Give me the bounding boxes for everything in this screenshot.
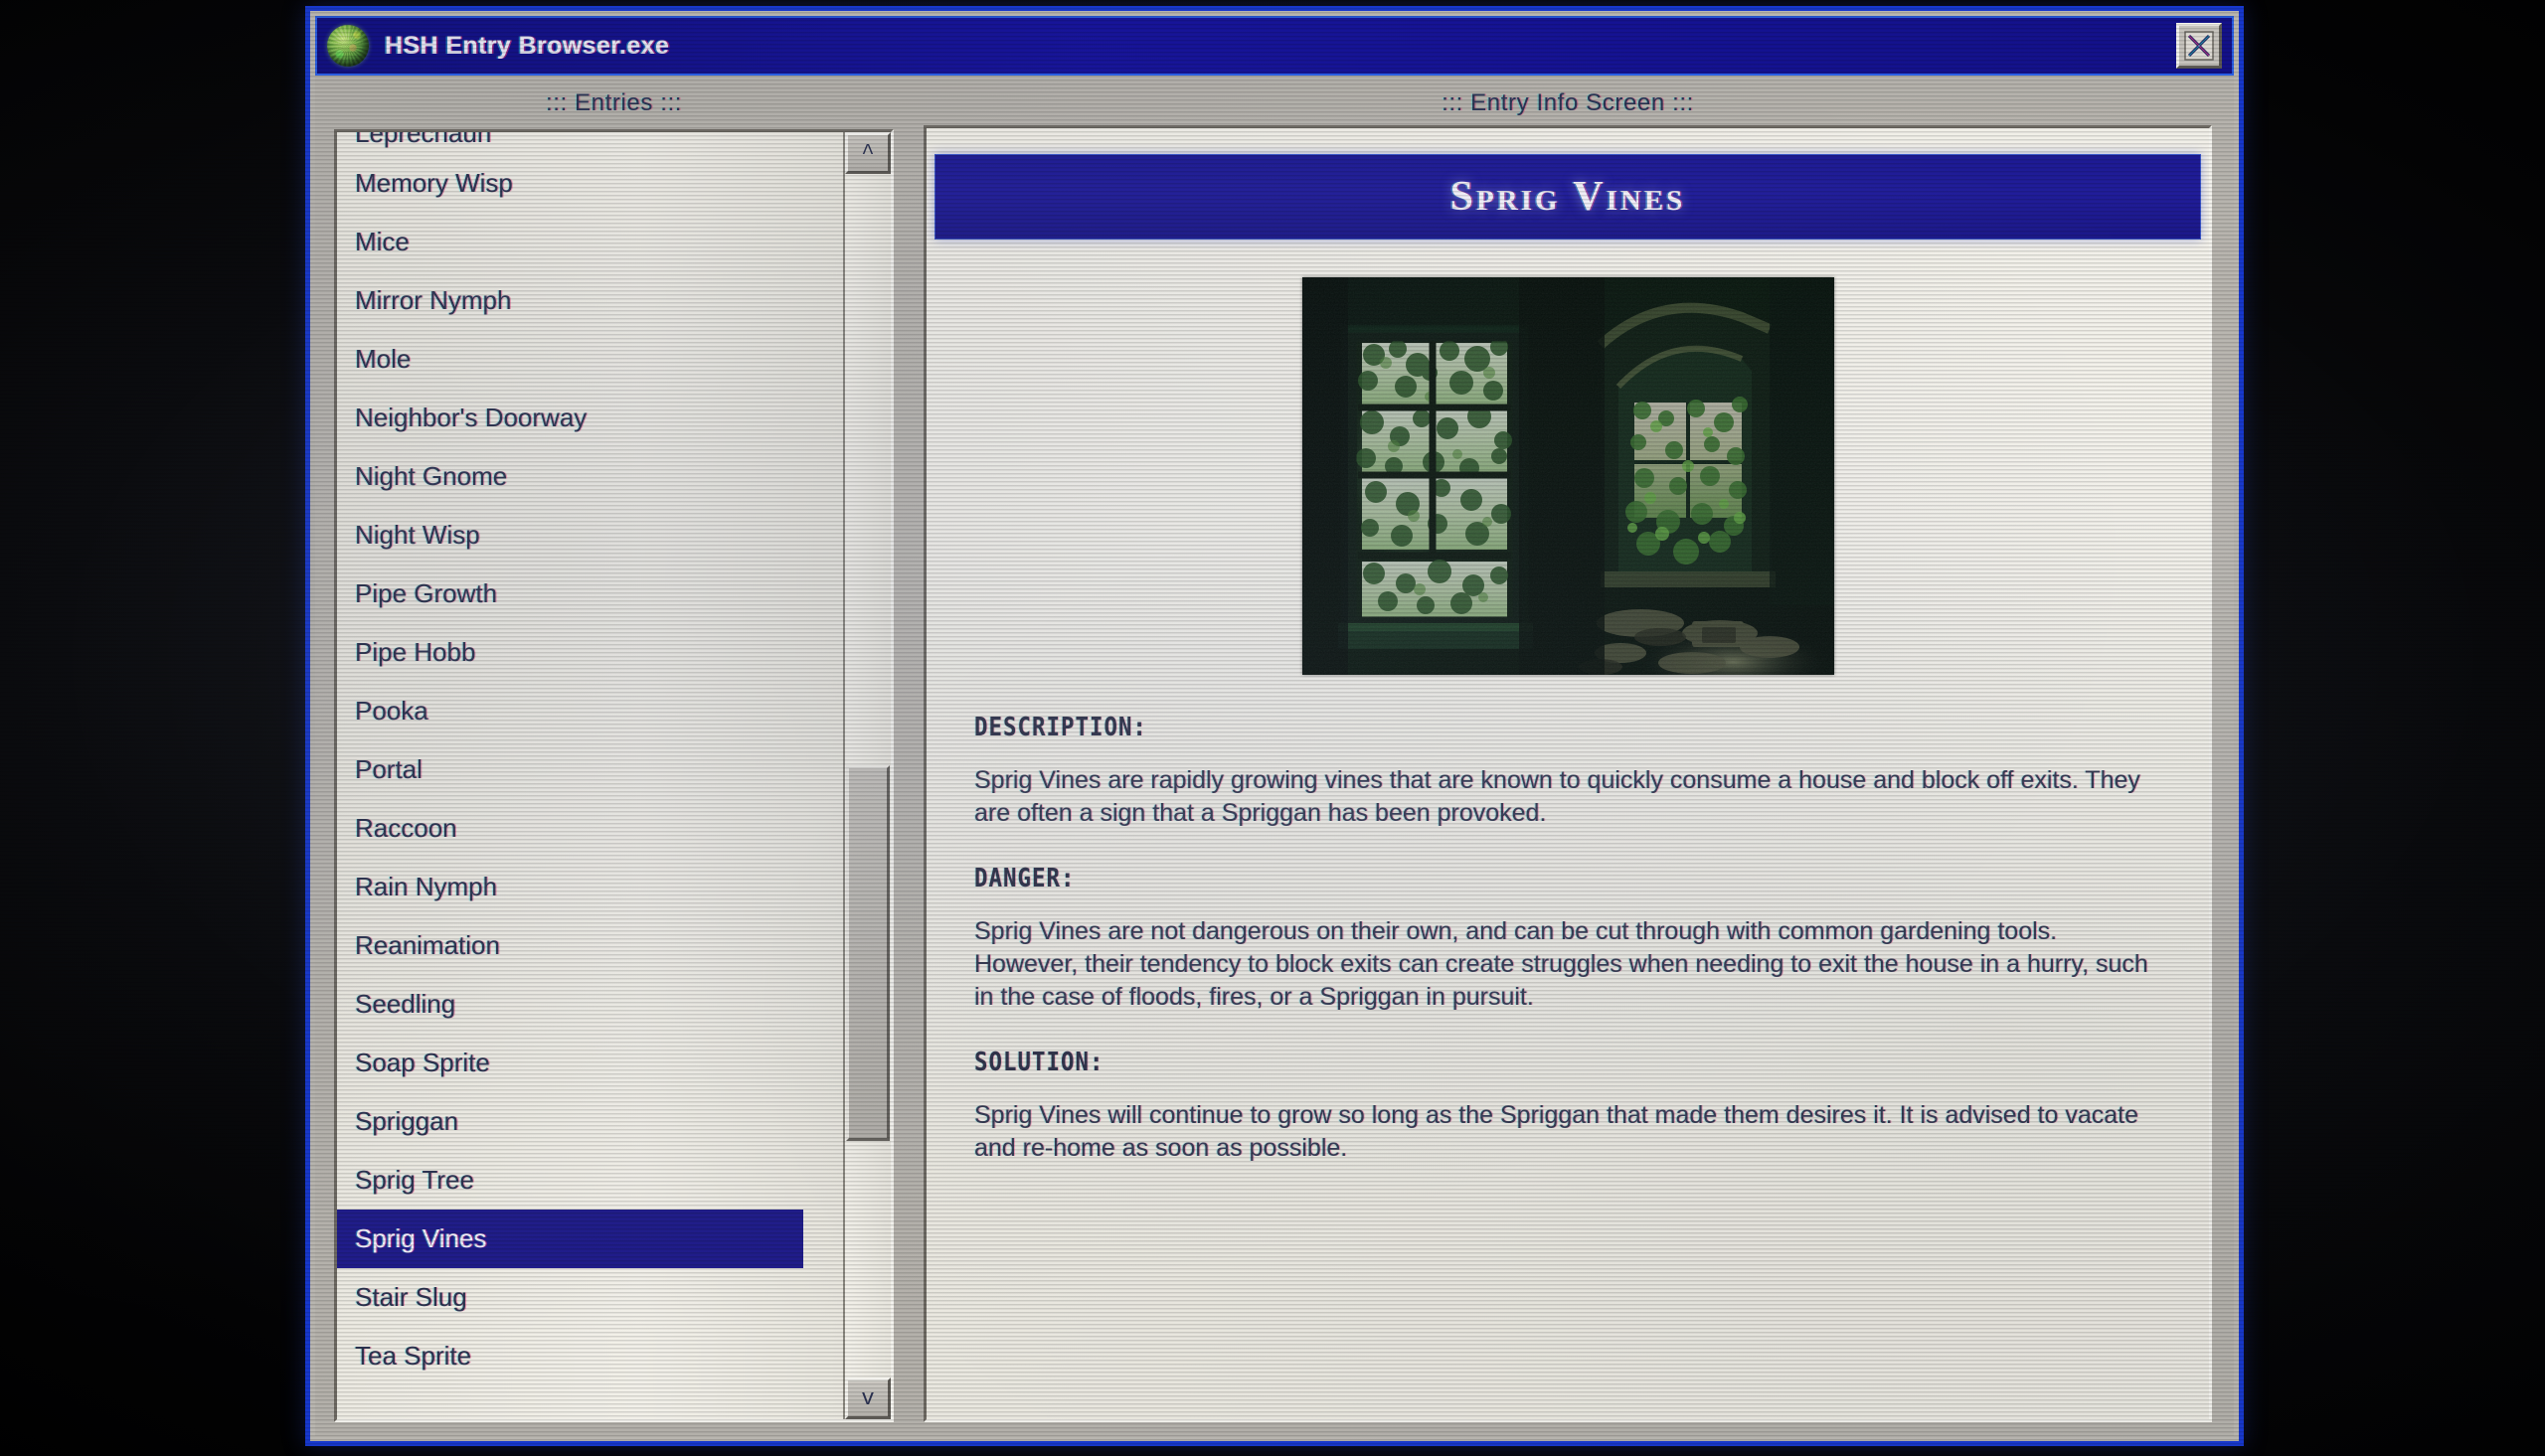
entry-photo-container xyxy=(927,277,2209,675)
list-item-label: Mice xyxy=(355,227,410,256)
list-item[interactable]: Memory Wisp xyxy=(337,154,843,213)
list-item-label: Stair Slug xyxy=(355,1282,467,1312)
list-item[interactable]: Leprechaun xyxy=(337,132,843,154)
section-heading: DESCRIPTION: xyxy=(974,713,1147,742)
app-window: HSH Entry Browser.exe ::: Entries ::: Le… xyxy=(305,6,2244,1446)
list-item-label: Neighbor's Doorway xyxy=(355,403,588,432)
scrollbar-track[interactable] xyxy=(845,174,891,1377)
entry-info-screen: Sprig Vines DESCRIPTION: Sprig Vines are… xyxy=(924,125,2212,1422)
list-item-label: Pipe Hobb xyxy=(355,637,476,667)
list-item-label: Soap Sprite xyxy=(355,1048,490,1077)
list-item[interactable]: Neighbor's Doorway xyxy=(337,389,843,447)
close-button[interactable] xyxy=(2176,23,2222,69)
list-item-label: Spriggan xyxy=(355,1106,459,1136)
entries-list[interactable]: Leprechaun Memory Wisp Mice Mirror Nymph Mol… xyxy=(337,132,843,1419)
list-item[interactable]: Rain Nymph xyxy=(337,858,843,916)
list-item-label: Pooka xyxy=(355,696,428,726)
list-item[interactable]: Reanimation xyxy=(337,916,843,975)
close-icon xyxy=(2184,31,2214,61)
entry-sections: DESCRIPTION: Sprig Vines are rapidly grow… xyxy=(927,675,2209,1165)
entries-panel-heading: ::: Entries ::: xyxy=(545,89,683,116)
list-item-label: Portal xyxy=(355,754,423,784)
list-item-label: Leprechaun xyxy=(355,132,492,148)
section-body: Sprig Vines are not dangerous on their o… xyxy=(974,917,2148,1011)
entry-title: Sprig Vines xyxy=(1449,174,1686,220)
window-title: HSH Entry Browser.exe xyxy=(385,31,670,60)
list-item[interactable]: Soap Sprite xyxy=(337,1034,843,1092)
list-item[interactable]: Sprig Tree xyxy=(337,1151,843,1210)
list-item[interactable]: Tea Sprite xyxy=(337,1327,843,1385)
entry-title-banner: Sprig Vines xyxy=(934,154,2201,240)
list-item-label: Memory Wisp xyxy=(355,168,513,198)
entry-info-panel: ::: Entry Info Screen ::: Sprig Vines DE… xyxy=(924,76,2212,1426)
entries-panel: ::: Entries ::: LeprechaunMemory WispMic… xyxy=(334,76,894,1426)
scroll-up-button[interactable]: ^ xyxy=(845,132,891,174)
list-item-label: Night Gnome xyxy=(355,461,508,491)
window-titlebar: HSH Entry Browser.exe xyxy=(315,16,2234,76)
crt-screen: HSH Entry Browser.exe ::: Entries ::: Le… xyxy=(0,0,2545,1456)
list-item[interactable]: Mole xyxy=(337,330,843,389)
globe-orb-icon xyxy=(327,25,369,67)
list-item[interactable]: Mice xyxy=(337,213,843,271)
list-item-label: Reanimation xyxy=(355,930,500,960)
list-item-label: Tea Sprite xyxy=(355,1341,472,1371)
abandoned-room-overgrown-windows-photo xyxy=(1301,277,1834,675)
scrollbar-thumb[interactable] xyxy=(846,765,890,1141)
list-item-label: Sprig Tree xyxy=(355,1165,474,1195)
list-item[interactable]: Spriggan xyxy=(337,1092,843,1151)
list-item[interactable]: Seedling xyxy=(337,975,843,1034)
list-item-label: Mirror Nymph xyxy=(355,285,512,315)
section-heading: SOLUTION: xyxy=(974,1048,1104,1077)
window-body: ::: Entries ::: LeprechaunMemory WispMic… xyxy=(315,76,2234,1436)
entries-listbox[interactable]: Leprechaun Memory Wisp Mice Mirror Nymph Mol… xyxy=(334,129,894,1422)
list-item[interactable]: Night Wisp xyxy=(337,506,843,565)
list-item[interactable]: Raccoon xyxy=(337,799,843,858)
list-item[interactable]: Sprig Vines xyxy=(337,1210,803,1268)
list-item[interactable]: Mirror Nymph xyxy=(337,271,843,330)
list-item-label: Mole xyxy=(355,344,412,374)
entries-scrollbar[interactable]: ^ v xyxy=(843,132,891,1419)
list-item-label: Rain Nymph xyxy=(355,872,498,901)
list-item[interactable]: Night Gnome xyxy=(337,447,843,506)
section-body: Sprig Vines are rapidly growing vines th… xyxy=(974,766,2140,827)
list-item[interactable]: Pipe Hobb xyxy=(337,623,843,682)
list-item-label: Night Wisp xyxy=(355,520,480,550)
list-item-label: Pipe Growth xyxy=(355,578,498,608)
list-item[interactable]: Pooka xyxy=(337,682,843,740)
list-item[interactable]: Stair Slug xyxy=(337,1268,843,1327)
list-item[interactable]: Portal xyxy=(337,740,843,799)
scroll-down-button[interactable]: v xyxy=(845,1377,891,1419)
entry-info-panel-heading: ::: Entry Info Screen ::: xyxy=(1442,89,1694,116)
list-item-label: Seedling xyxy=(355,989,456,1019)
list-item-label: Raccoon xyxy=(355,813,457,843)
list-item[interactable]: Pipe Growth xyxy=(337,565,843,623)
section-heading: DANGER: xyxy=(974,864,1076,893)
list-item-label: Sprig Vines xyxy=(355,1223,487,1253)
section-body: Sprig Vines will continue to grow so lon… xyxy=(974,1101,2139,1162)
